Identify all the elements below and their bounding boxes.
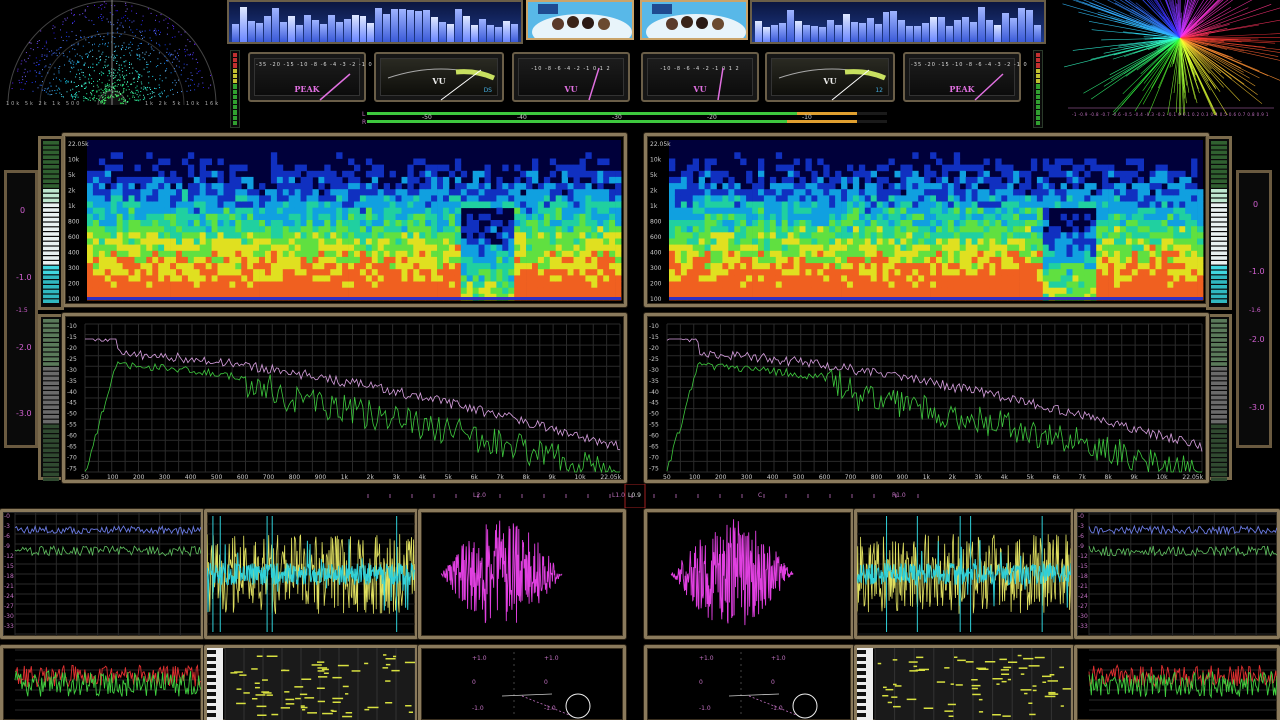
side-level-right-upper bbox=[1206, 136, 1232, 310]
svg-text:300: 300 bbox=[650, 265, 662, 272]
piano-roll-left bbox=[204, 645, 418, 720]
album-art-left bbox=[526, 0, 634, 40]
visualizer-screen: 10k 5k 2k 1k 500 1k 2k 5k 10k 16k -1 -0.… bbox=[0, 0, 1280, 720]
rgb-noise-right bbox=[1074, 645, 1280, 720]
svg-text:400: 400 bbox=[650, 250, 662, 257]
svg-text:5k: 5k bbox=[68, 172, 76, 179]
polar-right-ticks: 1k 2k 5k 10k 16k bbox=[145, 101, 221, 107]
svg-text:10k: 10k bbox=[650, 157, 662, 164]
svg-text:R: R bbox=[362, 119, 366, 126]
side-level-right-lower bbox=[1206, 314, 1232, 481]
svg-text:-40: -40 bbox=[517, 114, 527, 121]
svg-text:1k: 1k bbox=[68, 203, 76, 210]
waveform-left bbox=[204, 509, 418, 639]
svg-text:400: 400 bbox=[68, 250, 80, 257]
level-ladder-right bbox=[1033, 50, 1043, 128]
side-level-left-lower bbox=[38, 314, 64, 481]
svg-text:22.05k: 22.05k bbox=[68, 141, 89, 148]
vu-meter-left-2: -10 -8 -6 -4 -2 -1 0 1 2 VU bbox=[512, 52, 630, 102]
svg-text:600: 600 bbox=[650, 234, 662, 241]
svg-text:-30: -30 bbox=[612, 114, 622, 121]
svg-text:-50: -50 bbox=[422, 114, 432, 121]
side-scale-left: 0 -1.0 -1.5 -2.0 -3.0 bbox=[4, 170, 38, 448]
album-art-right bbox=[640, 0, 748, 40]
spectrogram-left: 22.05k 10k 5k 2k 1k 800 600 400 300 200 100 bbox=[62, 133, 627, 307]
svg-text:2k: 2k bbox=[68, 188, 76, 195]
bar-spectrum-left bbox=[227, 0, 523, 44]
svg-text:-10: -10 bbox=[802, 114, 812, 121]
oscilloscope-left bbox=[418, 509, 626, 639]
vu-meter-right-2: -10 -8 -6 -4 -2 -1 0 1 2 VU bbox=[641, 52, 759, 102]
svg-text:300: 300 bbox=[68, 265, 80, 272]
loudness-history-left: -0 -3 -6 -9 -12 -15 -18 -21 -24 -27 -30 -33 bbox=[0, 509, 204, 639]
side-level-left-upper bbox=[38, 136, 64, 310]
spectrogram-right: 22.05k 10k 5k 2k 1k 800 600 400 300 200 100 bbox=[644, 133, 1209, 307]
balance-strip: L2.0 L1.0 L0.9 C R1.0 bbox=[360, 483, 920, 509]
svg-text:2k: 2k bbox=[650, 188, 658, 195]
svg-text:5k: 5k bbox=[650, 172, 658, 179]
rgb-noise-left bbox=[0, 645, 204, 720]
peak-meter-right: -35 -20 -15 -10 -8 -6 -4 -3 -2 -1 0 PEAK bbox=[903, 52, 1027, 102]
svg-text:22.05k: 22.05k bbox=[650, 141, 671, 148]
vu-meter-right-1: VU 12 bbox=[765, 52, 895, 102]
svg-text:10k: 10k bbox=[68, 157, 80, 164]
svg-text:-20: -20 bbox=[707, 114, 717, 121]
side-scale-right: 0 -1.0 -1.6 -2.0 -3.0 bbox=[1236, 170, 1272, 448]
svg-text:200: 200 bbox=[650, 281, 662, 288]
svg-text:800: 800 bbox=[68, 219, 80, 226]
level-ladder-left bbox=[230, 50, 240, 128]
peak-meter-left: -35 -20 -15 -10 -8 -6 -4 -3 -2 -1 0 PEAK bbox=[248, 52, 372, 102]
color-burst-visual: -1 -0.9 -0.8 -0.7 -0.6 -0.5 -0.4 -0.3 -0… bbox=[1062, 0, 1280, 136]
piano-roll-right bbox=[854, 645, 1074, 720]
svg-text:200: 200 bbox=[68, 281, 80, 288]
horizontal-level-meter: -50-40-30-20-100LR bbox=[362, 108, 901, 128]
spectrum-analyzer-right: -10 -15 -20 -25 -30 -35 -40 -45 -50 -55 -60 -65 -70-… bbox=[644, 313, 1209, 483]
polar-left-ticks: 10k 5k 2k 1k 500 bbox=[6, 101, 82, 107]
vu-meter-left-1: VU DS bbox=[374, 52, 504, 102]
svg-text:600: 600 bbox=[68, 234, 80, 241]
svg-text:100: 100 bbox=[68, 296, 80, 303]
waveform-right bbox=[854, 509, 1074, 639]
svg-text:100: 100 bbox=[650, 296, 662, 303]
polar-spectrum: 10k 5k 2k 1k 500 1k 2k 5k 10k 16k bbox=[0, 0, 225, 110]
goniometer-right: +1.0 +1.0 0 0 -1.0 -1.0 bbox=[644, 645, 854, 720]
svg-text:1k: 1k bbox=[650, 203, 658, 210]
bar-spectrum-right bbox=[750, 0, 1046, 44]
loudness-history-right: -0 -3 -6 -9 -12 -15 -18 -21 -24 -27 -30 -33 bbox=[1074, 509, 1280, 639]
oscilloscope-right bbox=[644, 509, 854, 639]
svg-text:800: 800 bbox=[650, 219, 662, 226]
svg-text:L: L bbox=[362, 111, 366, 118]
goniometer-left: +1.0 +1.0 0 0 -1.0 -1.0 bbox=[418, 645, 626, 720]
phase-scale: -1 -0.9 -0.8 -0.7 -0.6 -0.5 -0.4 -0.3 -0… bbox=[1072, 112, 1269, 117]
spectrum-analyzer-left: -10 -15 -20 -25 -30 -35 -40 -45 -50 -55 -60 -65 -70-… bbox=[62, 313, 627, 483]
peak-label: PEAK bbox=[294, 84, 320, 94]
